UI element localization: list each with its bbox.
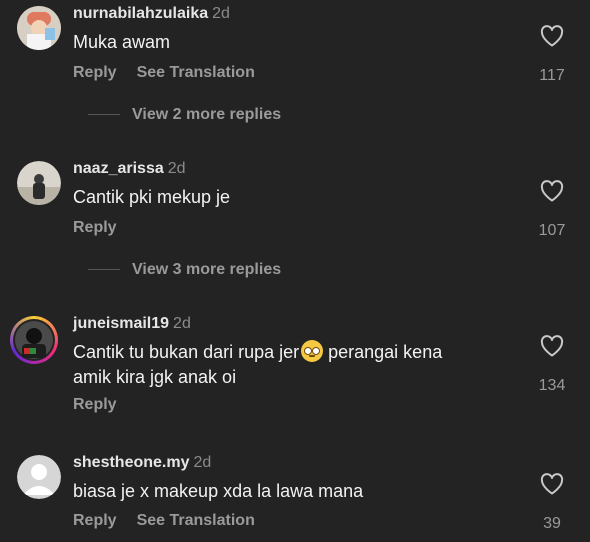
like-control: 117 <box>537 25 567 85</box>
avatar[interactable] <box>10 316 58 364</box>
comment-actions: Reply <box>73 219 117 237</box>
comment-text: Muka awam <box>73 32 171 52</box>
username[interactable]: nurnabilahzulaika <box>73 5 208 22</box>
username[interactable]: shestheone.my <box>73 454 189 471</box>
reply-button[interactable]: Reply <box>73 219 117 236</box>
avatar[interactable] <box>17 455 61 499</box>
rolling-eyes-emoji <box>301 340 324 362</box>
comment-text: biasa je x makeup xda la lawa mana <box>73 481 364 501</box>
heart-outline-icon[interactable] <box>537 335 567 357</box>
like-count: 39 <box>543 515 561 532</box>
comment-header: juneismail19 2d <box>73 315 191 333</box>
heart-outline-icon[interactable] <box>537 180 567 202</box>
comment-text-part: perangai kena <box>323 342 443 362</box>
username[interactable]: juneismail19 <box>73 315 169 332</box>
timestamp: 2d <box>173 315 191 332</box>
see-translation-button[interactable]: See Translation <box>137 64 255 81</box>
comment-text: Cantik pki mekup je <box>73 187 231 207</box>
reply-button[interactable]: Reply <box>73 64 117 81</box>
avatar[interactable] <box>17 161 61 205</box>
comment-actions: Reply See Translation <box>73 512 255 530</box>
see-translation-button[interactable]: See Translation <box>137 512 255 529</box>
view-more-replies[interactable]: View 2 more replies <box>88 106 281 124</box>
heart-outline-icon[interactable] <box>537 25 567 47</box>
view-more-replies[interactable]: View 3 more replies <box>88 261 281 279</box>
comment-actions: Reply <box>73 396 117 414</box>
comment-text: Cantik tu bukan dari rupa jer perangai k… <box>73 340 493 390</box>
like-control: 107 <box>537 180 567 240</box>
comment-text-part: Cantik tu bukan dari rupa jer <box>73 342 300 362</box>
timestamp: 2d <box>167 160 186 177</box>
view-more-label: View 2 more replies <box>132 106 282 123</box>
divider <box>88 114 120 116</box>
heart-outline-icon[interactable] <box>537 473 567 495</box>
timestamp: 2d <box>193 454 212 471</box>
username[interactable]: naaz_arissa <box>73 160 164 177</box>
reply-button[interactable]: Reply <box>73 396 117 413</box>
like-count: 117 <box>539 67 565 84</box>
like-control: 134 <box>537 335 567 395</box>
timestamp: 2d <box>212 5 230 22</box>
avatar[interactable] <box>17 6 61 50</box>
comment-header: naaz_arissa 2d <box>73 160 186 178</box>
comment-header: nurnabilahzulaika 2d <box>73 5 230 23</box>
like-count: 107 <box>538 222 566 239</box>
comment-text-part: amik kira jgk anak oi <box>73 367 237 387</box>
like-count: 134 <box>538 377 566 394</box>
divider <box>88 269 120 271</box>
like-control: 39 <box>537 473 567 533</box>
comment-actions: Reply See Translation <box>73 64 255 82</box>
reply-button[interactable]: Reply <box>73 512 117 529</box>
view-more-label: View 3 more replies <box>132 261 282 278</box>
comment-header: shestheone.my 2d <box>73 454 211 472</box>
